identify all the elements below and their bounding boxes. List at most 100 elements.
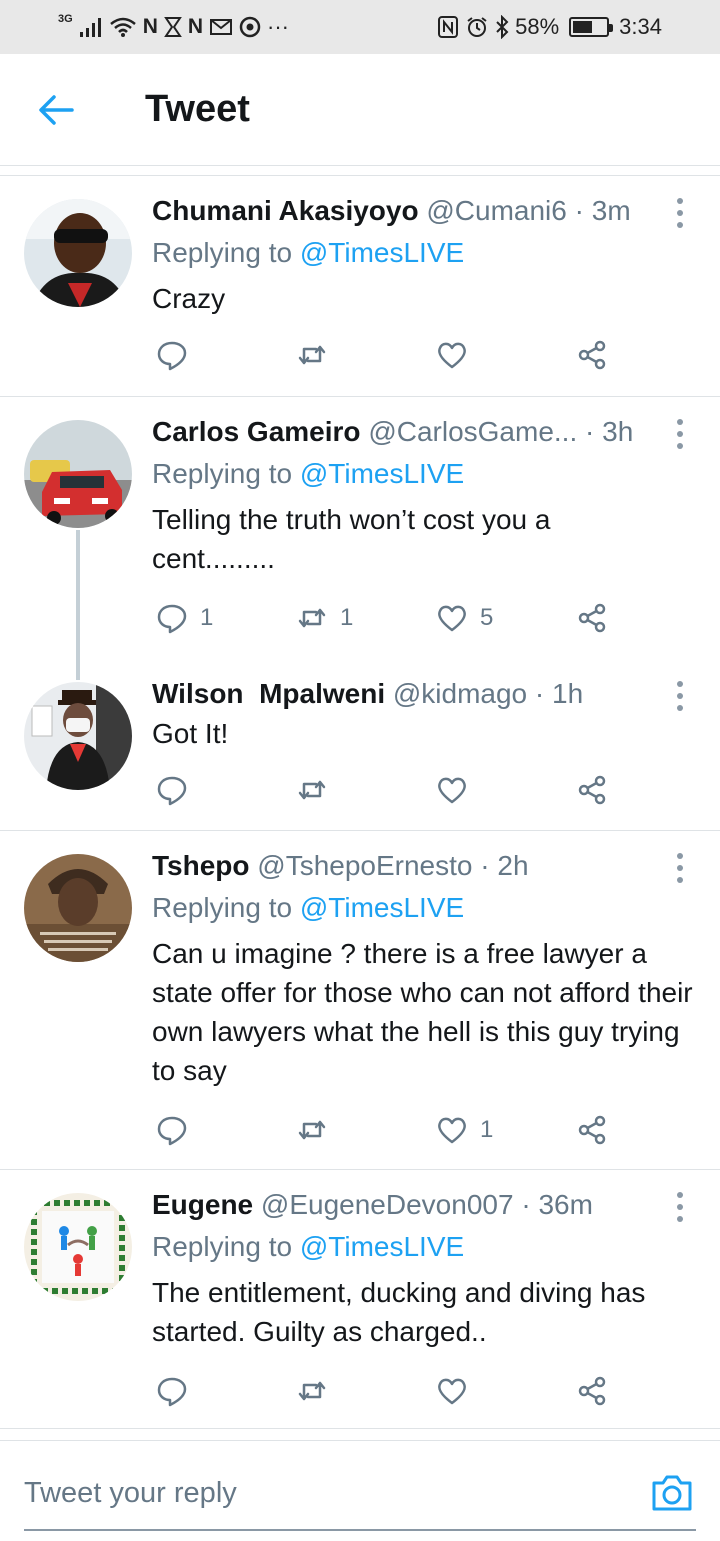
tweet-header: Carlos Gameiro @CarlosGame... · 3h [152,416,660,456]
like-button[interactable] [436,770,480,810]
separator-dot: · [585,416,595,447]
tweet[interactable]: Wilson Mpalweni @kidmago · 1h Got It! [0,662,720,831]
reply-input-underline [24,1529,696,1531]
reply-button[interactable] [156,1371,200,1411]
retweet-button[interactable]: 1 [296,598,353,638]
like-button[interactable] [436,1371,480,1411]
nfc-icon [438,16,459,38]
display-name[interactable]: Chumani Akasiyoyo [152,195,419,226]
retweet-button[interactable] [296,1371,340,1411]
user-handle[interactable]: @EugeneDevon007 [261,1189,514,1220]
back-button[interactable] [32,86,80,134]
retweet-button[interactable] [296,1110,340,1150]
user-handle[interactable]: @CarlosGame... [368,416,577,447]
tweet[interactable]: Carlos Gameiro @CarlosGame... · 3h Reply… [0,398,720,680]
heart-icon [438,1117,466,1144]
reply-button[interactable] [156,335,200,375]
tweet-time: 36m [538,1189,593,1220]
reply-button[interactable] [156,1110,200,1150]
share-button[interactable] [576,1110,608,1150]
share-button[interactable] [576,770,608,810]
battery-percent: 58% [515,14,560,39]
more-options-button[interactable] [668,848,692,888]
heart-icon [438,777,466,804]
like-button[interactable]: 1 [436,1110,493,1150]
like-count: 1 [480,1116,494,1143]
more-options-button[interactable] [668,193,692,233]
bluetooth-icon [496,15,509,39]
separator-dot: · [480,850,490,881]
avatar[interactable] [24,854,132,962]
more-options-button[interactable] [668,1187,692,1227]
share-button[interactable] [576,1371,608,1411]
hourglass-icon [163,17,182,37]
tweet-actions: 1 1 5 [152,598,622,638]
tweet-actions [152,335,622,375]
tweet-time: 1h [552,678,584,709]
like-button[interactable] [436,335,480,375]
camera-button[interactable] [650,1473,694,1513]
retweet-icon [298,780,326,800]
share-icon [578,340,606,370]
retweet-count: 1 [340,604,354,631]
tweet-text: Crazy [152,283,226,314]
display-name[interactable]: Carlos Gameiro [152,416,361,447]
share-button[interactable] [576,598,608,638]
more-options-button[interactable] [668,676,692,716]
avatar[interactable] [24,1193,132,1301]
n-app-icon: N [187,15,204,38]
like-button[interactable]: 5 [436,598,493,638]
avatar-image [24,1193,132,1301]
mention-link[interactable]: @TimesLIVE [300,1231,464,1262]
status-bar: 3G N N ··· 58% 3:34 [0,0,720,54]
gmail-icon [210,19,233,35]
replying-to-label: Replying to [152,458,293,489]
replying-to: Replying to @TimesLIVE [152,458,464,490]
replying-to-label: Replying to [152,1231,293,1262]
display-name[interactable]: Eugene [152,1189,253,1220]
page-title: Tweet [145,88,250,130]
battery-level [573,21,593,33]
reply-composer [0,1440,720,1541]
tweet-text: Got It! [152,718,229,749]
tweet-text: The entitlement, ducking and diving has … [152,1277,646,1347]
mention-link[interactable]: @TimesLIVE [300,892,464,923]
more-options-button[interactable] [668,414,692,454]
mention-link[interactable]: @TimesLIVE [300,458,464,489]
reply-icon [157,341,187,371]
retweet-button[interactable] [296,770,340,810]
tweet-header: Tshepo @TshepoErnesto · 2h [152,850,660,890]
display-name[interactable]: Tshepo [152,850,249,881]
tweet-actions [152,1371,622,1411]
reply-icon [157,604,187,634]
avatar[interactable] [24,199,132,307]
reply-button[interactable]: 1 [156,598,213,638]
network-type: 3G [58,13,73,25]
tweet-header: Eugene @EugeneDevon007 · 36m [152,1189,660,1229]
heart-icon [438,605,466,632]
reply-icon [157,776,187,806]
reply-icon [157,1377,187,1407]
tweet-header: Wilson Mpalweni @kidmago · 1h [152,678,660,718]
tweet[interactable]: Tshepo @TshepoErnesto · 2h Replying to @… [0,832,720,1170]
reply-button[interactable] [156,770,200,810]
tweet[interactable]: Eugene @EugeneDevon007 · 36m Replying to… [0,1171,720,1429]
mention-link[interactable]: @TimesLIVE [300,237,464,268]
tweet-time: 2h [497,850,529,881]
wifi-icon [109,17,136,37]
retweet-button[interactable] [296,335,340,375]
thread-line [76,530,80,680]
avatar[interactable] [24,682,132,790]
tweet[interactable]: Chumani Akasiyoyo @Cumani6 · 3m Replying… [0,177,720,397]
display-name[interactable]: Wilson Mpalweni [152,678,385,709]
battery-icon [569,17,614,37]
user-handle[interactable]: @kidmago [393,678,527,709]
user-handle[interactable]: @Cumani6 [426,195,566,226]
back-arrow-icon [39,95,74,125]
avatar[interactable] [24,420,132,528]
share-button[interactable] [576,335,608,375]
reply-icon [157,1116,187,1146]
avatar-image [24,854,132,962]
reply-input[interactable] [24,1471,564,1515]
user-handle[interactable]: @TshepoErnesto [257,850,472,881]
